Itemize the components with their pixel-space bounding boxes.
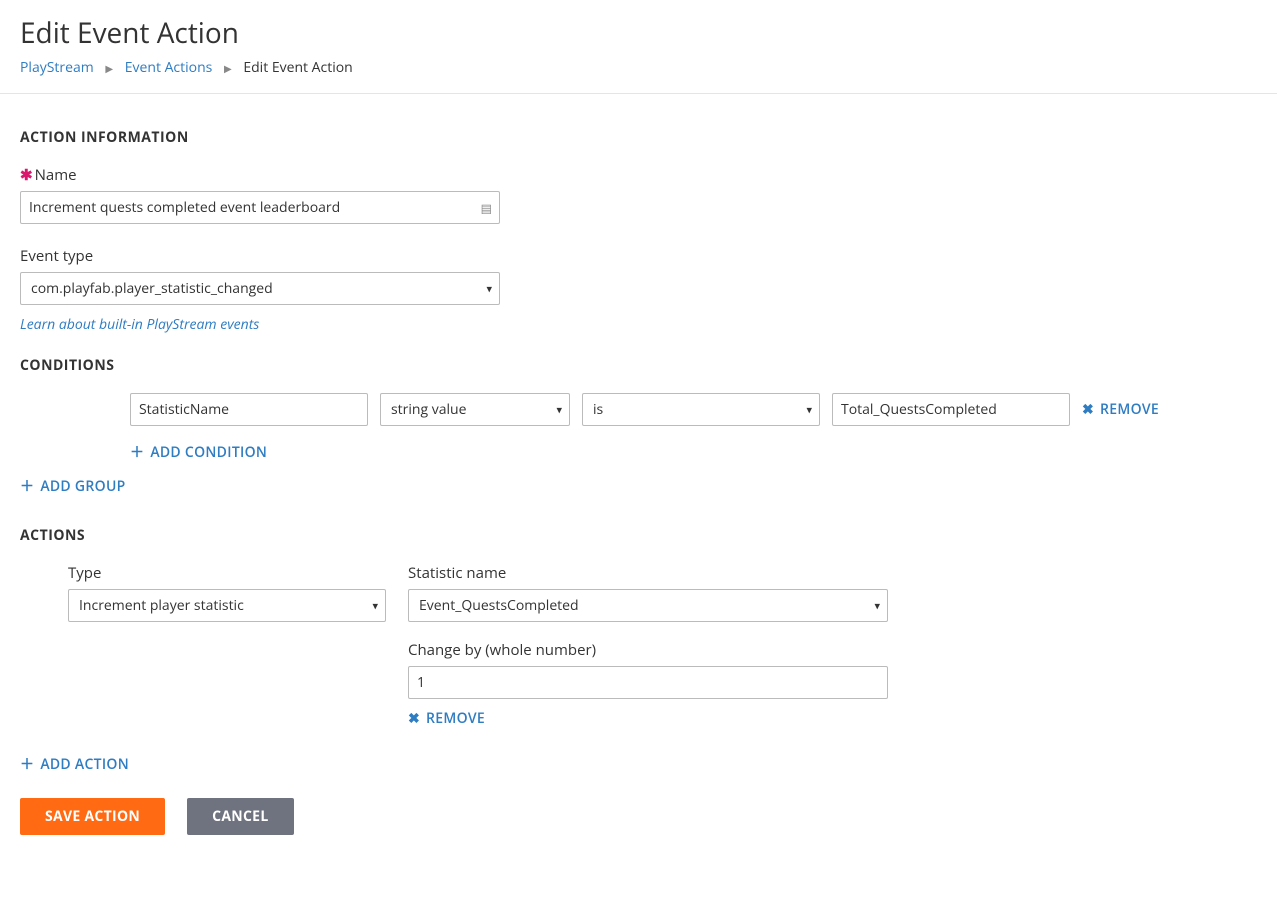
section-heading-actions: ACTIONS bbox=[20, 526, 1257, 545]
remove-icon: ✖ bbox=[1082, 400, 1094, 419]
plus-icon: ＋ bbox=[130, 442, 144, 462]
condition-operator-select[interactable]: is bbox=[582, 393, 820, 426]
cancel-button[interactable]: CANCEL bbox=[187, 798, 293, 835]
event-type-label: Event type bbox=[20, 246, 1257, 266]
condition-field-input[interactable] bbox=[130, 393, 368, 426]
plus-icon: ＋ bbox=[20, 754, 34, 774]
breadcrumb: PlayStream ▶ Event Actions ▶ Edit Event … bbox=[20, 58, 1257, 93]
add-group-label: ADD GROUP bbox=[40, 477, 125, 496]
add-group-button[interactable]: ＋ ADD GROUP bbox=[20, 476, 126, 496]
add-condition-label: ADD CONDITION bbox=[150, 443, 267, 462]
add-action-label: ADD ACTION bbox=[40, 755, 129, 774]
condition-value-input[interactable] bbox=[832, 393, 1070, 426]
name-label-text: Name bbox=[35, 165, 77, 185]
statistic-name-label: Statistic name bbox=[408, 563, 888, 583]
add-action-button[interactable]: ＋ ADD ACTION bbox=[20, 754, 129, 774]
section-heading-conditions: CONDITIONS bbox=[20, 356, 1257, 375]
section-heading-action-info: ACTION INFORMATION bbox=[20, 128, 1257, 147]
breadcrumb-playstream[interactable]: PlayStream bbox=[20, 58, 94, 77]
chevron-right-icon: ▶ bbox=[105, 61, 113, 75]
condition-row: string value is ✖ REMOVE bbox=[130, 393, 1257, 426]
remove-action-label: REMOVE bbox=[426, 709, 485, 728]
remove-condition-label: REMOVE bbox=[1100, 400, 1159, 419]
breadcrumb-event-actions[interactable]: Event Actions bbox=[125, 58, 213, 77]
change-by-label: Change by (whole number) bbox=[408, 640, 888, 660]
save-action-button[interactable]: SAVE ACTION bbox=[20, 798, 165, 835]
name-label: ✱Name bbox=[20, 165, 1257, 185]
action-type-select[interactable]: Increment player statistic bbox=[68, 589, 386, 622]
page-title: Edit Event Action bbox=[20, 14, 1257, 52]
chevron-right-icon: ▶ bbox=[224, 61, 232, 75]
event-type-select[interactable]: com.playfab.player_statistic_changed bbox=[20, 272, 500, 305]
remove-icon: ✖ bbox=[408, 709, 420, 728]
plus-icon: ＋ bbox=[20, 476, 34, 496]
condition-type-select[interactable]: string value bbox=[380, 393, 570, 426]
required-icon: ✱ bbox=[20, 165, 33, 185]
remove-condition-button[interactable]: ✖ REMOVE bbox=[1082, 400, 1159, 419]
learn-events-link[interactable]: Learn about built-in PlayStream events bbox=[20, 315, 259, 334]
name-input[interactable] bbox=[20, 191, 500, 224]
statistic-name-select[interactable]: Event_QuestsCompleted bbox=[408, 589, 888, 622]
add-condition-button[interactable]: ＋ ADD CONDITION bbox=[130, 442, 267, 462]
breadcrumb-current: Edit Event Action bbox=[243, 58, 352, 77]
action-row: Type Increment player statistic Statisti… bbox=[68, 563, 1257, 728]
change-by-input[interactable] bbox=[408, 666, 888, 699]
action-type-label: Type bbox=[68, 563, 386, 583]
remove-action-button[interactable]: ✖ REMOVE bbox=[408, 709, 485, 728]
